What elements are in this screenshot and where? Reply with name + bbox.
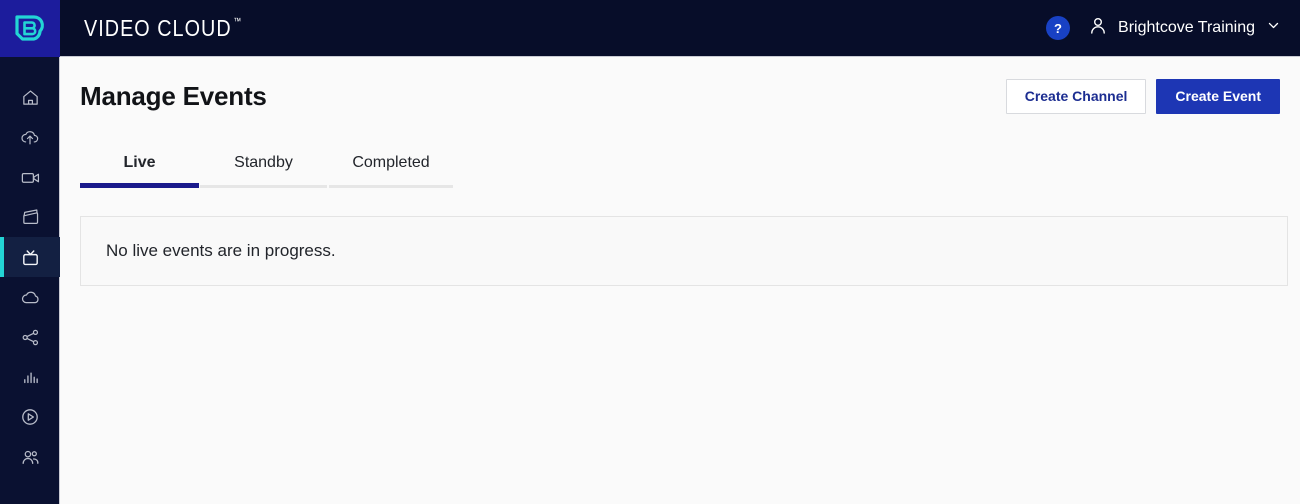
- tab-standby-label: Standby: [234, 154, 293, 171]
- account-menu[interactable]: Brightcove Training: [1088, 16, 1280, 41]
- video-camera-icon: [20, 168, 41, 187]
- header-right-cluster: ? Brightcove Training: [1046, 16, 1300, 41]
- sidebar-item-live[interactable]: [0, 237, 60, 277]
- sidebar-item-media[interactable]: [0, 157, 60, 197]
- app-root: VIDEO CLOUD ™ ? Brightcove Training Mana…: [0, 0, 1300, 504]
- tab-completed-label: Completed: [352, 154, 430, 171]
- sidebar-item-players[interactable]: [0, 397, 60, 437]
- people-icon: [20, 448, 41, 467]
- product-name-text: VIDEO CLOUD: [84, 14, 232, 41]
- sidebar-item-social[interactable]: [0, 317, 60, 357]
- page-header: Manage Events Create Channel Create Even…: [61, 57, 1300, 114]
- chevron-down-icon: [1267, 19, 1280, 37]
- home-icon: [21, 88, 40, 107]
- help-button[interactable]: ?: [1046, 16, 1071, 40]
- tab-live-label: Live: [123, 154, 156, 171]
- empty-state-message: No live events are in progress.: [106, 241, 336, 260]
- share-icon: [21, 328, 40, 347]
- empty-state-panel: No live events are in progress.: [80, 216, 1288, 286]
- tab-completed-underline: [329, 185, 453, 188]
- sidebar-item-cloud[interactable]: [0, 277, 60, 317]
- page-title: Manage Events: [80, 81, 267, 111]
- main-content: Manage Events Create Channel Create Even…: [61, 57, 1300, 504]
- tab-standby[interactable]: Standby: [200, 154, 327, 188]
- bar-chart-icon: [21, 368, 40, 387]
- sidebar-item-audience[interactable]: [0, 437, 60, 477]
- tab-live-underline: [80, 183, 199, 188]
- tab-completed[interactable]: Completed: [329, 154, 453, 188]
- brightcove-b-logo-icon: [13, 11, 47, 45]
- sidebar-item-analytics[interactable]: [0, 357, 60, 397]
- tv-icon: [20, 247, 41, 268]
- trademark-symbol: ™: [233, 15, 243, 26]
- help-icon: ?: [1054, 20, 1062, 36]
- top-header-bar: VIDEO CLOUD ™ ? Brightcove Training: [0, 0, 1300, 57]
- event-status-tabs: Live Standby Completed: [61, 154, 1300, 188]
- sidebar-item-upload[interactable]: [0, 117, 60, 157]
- play-circle-icon: [20, 407, 40, 427]
- cloud-icon: [20, 288, 41, 307]
- account-name-label: Brightcove Training: [1118, 19, 1255, 36]
- create-channel-button[interactable]: Create Channel: [1005, 79, 1147, 114]
- create-event-button[interactable]: Create Event: [1156, 79, 1280, 114]
- clapperboard-icon: [21, 208, 40, 227]
- upload-cloud-icon: [20, 127, 40, 147]
- left-sidebar: [0, 57, 60, 504]
- product-name: VIDEO CLOUD ™: [84, 15, 242, 42]
- tab-standby-underline: [200, 185, 327, 188]
- page-actions: Create Channel Create Event: [1005, 79, 1280, 114]
- sidebar-item-home[interactable]: [0, 77, 60, 117]
- tab-live[interactable]: Live: [80, 154, 199, 188]
- brightcove-logo-tile[interactable]: [0, 0, 60, 57]
- person-icon: [1088, 16, 1108, 41]
- sidebar-item-playlists[interactable]: [0, 197, 60, 237]
